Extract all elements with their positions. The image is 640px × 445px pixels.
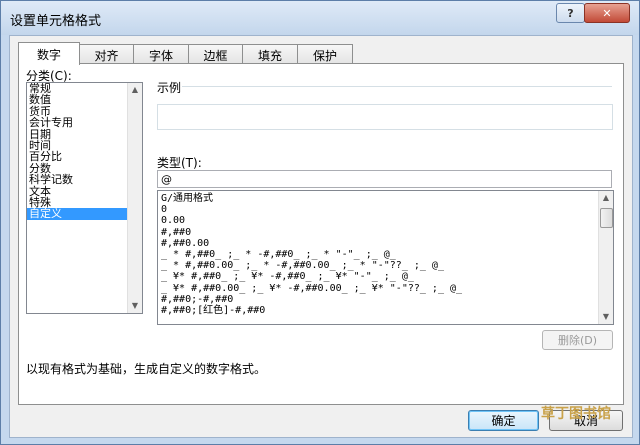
format-item[interactable]: #,##0;[红色]-#,##0 [158,305,613,316]
close-icon: ✕ [602,6,612,20]
watermark-text: 草丁图书馆 [541,406,611,422]
sample-divider [182,86,612,87]
format-cells-dialog: 设置单元格格式 ? ✕ 数字 对齐 字体 边框 填充 保护 分类(C): 常规数… [0,0,640,445]
category-item[interactable]: 科学记数 [27,174,142,186]
category-item[interactable]: 自定义 [27,208,142,220]
scroll-thumb[interactable] [600,208,613,228]
help-icon: ? [567,6,574,20]
tab-border[interactable]: 边框 [188,44,243,65]
number-tab-panel: 分类(C): 常规 数值 货币 会计专用 日期 时间 百分比 分数 科学记数 文本 特殊 自定义 ▲ … [18,63,624,405]
format-item[interactable]: 0 [158,204,613,215]
format-item[interactable]: _ ¥* #,##0.00_ ;_ ¥* -#,##0.00_ ;_ ¥* "-… [158,283,613,294]
format-item[interactable]: _ * #,##0_ ;_ * -#,##0_ ;_ * "-"_ ;_ @_ [158,249,613,260]
format-scrollbar[interactable]: ▲ ▼ [598,191,613,324]
format-listbox[interactable]: G/通用格式 0 0.00 #,##0 #,##0.00 _ * #,##0_ ;_ * … [157,190,614,325]
tab-label: 对齐 [94,48,119,63]
scroll-up-icon[interactable]: ▲ [599,191,613,205]
type-input[interactable]: @ [157,170,612,188]
format-item[interactable]: #,##0 [158,227,613,238]
tab-font[interactable]: 字体 [133,44,189,65]
tab-label: 字体 [148,48,173,63]
close-button[interactable]: ✕ [584,3,630,23]
tab-label: 数字 [36,47,61,62]
format-item[interactable]: 0.00 [158,215,613,226]
sample-group: 示例 [154,76,613,130]
tab-alignment[interactable]: 对齐 [79,44,134,65]
type-label: 类型(T): [157,156,202,170]
help-button[interactable]: ? [556,3,585,23]
dialog-body: 数字 对齐 字体 边框 填充 保护 分类(C): 常规 数值 货币 会计专用 日期 时间百… [9,35,633,438]
watermark: 草丁图书馆 [541,403,611,423]
format-item[interactable]: _ ¥* #,##0_ ;_ ¥* -#,##0_ ;_ ¥* "-"_ ;_ … [158,271,613,282]
scroll-down-icon[interactable]: ▼ [599,310,613,324]
category-scrollbar[interactable]: ▲ ▼ [127,83,142,313]
tab-label: 填充 [257,48,282,63]
format-item[interactable]: #,##0;-#,##0 [158,294,613,305]
tab-fill[interactable]: 填充 [242,44,298,65]
tab-strip: 数字 对齐 字体 边框 填充 保护 [18,42,353,65]
title-bar[interactable]: 设置单元格格式 ? ✕ [1,1,639,35]
dialog-title: 设置单元格格式 [10,14,102,29]
tab-number[interactable]: 数字 [18,42,80,65]
format-description: 以现有格式为基础，生成自定义的数字格式。 [26,362,267,376]
tab-protection[interactable]: 保护 [297,44,353,65]
category-item[interactable]: 会计专用 [27,117,142,129]
scroll-up-icon[interactable]: ▲ [128,83,142,97]
format-item[interactable]: #,##0.00 [158,238,613,249]
ok-button[interactable]: 确定 [468,410,539,431]
format-item[interactable]: G/通用格式 [158,193,613,204]
sample-preview [157,104,613,130]
category-listbox[interactable]: 常规 数值 货币 会计专用 日期 时间 百分比 分数 科学记数 文本 特殊 自定义 ▲ ▼ [26,82,143,314]
sample-label: 示例 [157,81,182,95]
tab-label: 边框 [203,48,228,63]
tab-label: 保护 [312,48,337,63]
delete-button[interactable]: 删除(D) [542,330,613,350]
scroll-down-icon[interactable]: ▼ [128,299,142,313]
format-item[interactable]: _ * #,##0.00_ ;_ * -#,##0.00_ ;_ * "-"??… [158,260,613,271]
